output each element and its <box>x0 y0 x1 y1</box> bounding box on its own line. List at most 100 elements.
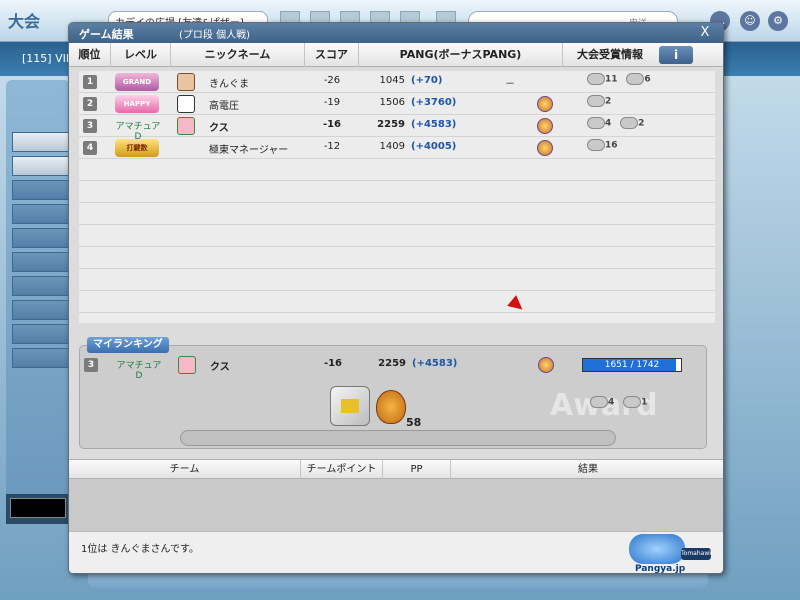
table-row <box>79 159 715 181</box>
award-item-icon <box>587 139 605 151</box>
header-team: チーム <box>69 460 301 480</box>
bonus-pang: (+4005) <box>411 141 457 152</box>
gear-icon[interactable]: ⚙ <box>768 11 788 31</box>
level-icon: HAPPY BIRTHDAY <box>115 95 159 113</box>
award-count: 2 <box>638 118 645 129</box>
special-mark: － <box>505 79 515 90</box>
award-icons: 16 <box>587 139 624 157</box>
bonus-pang: (+3760) <box>411 97 457 108</box>
award-icons: 4 2 <box>587 117 650 135</box>
player-slot-1[interactable] <box>12 132 70 152</box>
level-icon: GRAND ZODIAC <box>115 73 159 91</box>
logo-text: Pangya.jp <box>635 564 686 574</box>
score: -12 <box>323 141 341 152</box>
player-slot-3[interactable] <box>12 180 70 200</box>
player-slot-7[interactable] <box>12 276 70 296</box>
table-row <box>79 269 715 291</box>
avatar <box>177 73 195 91</box>
medal-icon <box>537 96 553 112</box>
award-icons: 4 1 <box>590 396 653 414</box>
header-pang: PANG(ボーナスPANG) <box>359 43 563 67</box>
award-item-icon <box>623 396 642 408</box>
player-slot-5[interactable] <box>12 228 70 248</box>
header-level: レベル <box>111 43 171 67</box>
nickname: クス <box>209 123 229 134</box>
header-result: 結果 <box>578 464 598 475</box>
player-slot-10[interactable] <box>12 348 70 368</box>
user-icon[interactable]: ☺ <box>740 11 760 31</box>
award-item-icon <box>620 117 639 129</box>
logo-badge: Tomahawk <box>681 548 713 560</box>
team-table-body <box>69 479 723 531</box>
item-box-icon <box>330 386 370 426</box>
award-item-icon <box>590 396 608 408</box>
my-ranking-label: マイランキング <box>87 337 169 353</box>
award-item-icon <box>587 117 605 129</box>
experience-text: 1651 / 1742 <box>604 360 660 370</box>
table-row <box>79 203 715 225</box>
result-table-body: 1 GRAND ZODIAC きんぐま -26 1045 (+70) － 11 … <box>79 71 715 323</box>
pangya-logo-icon <box>629 534 685 564</box>
winner-message: 1位は きんぐまさんです。 <box>81 544 200 555</box>
award-count: 16 <box>605 140 618 151</box>
player-slot-8[interactable] <box>12 300 70 320</box>
pang: 1045 <box>379 75 405 86</box>
header-pp: PP <box>383 460 451 480</box>
bonus-pang: (+70) <box>411 75 443 86</box>
pang: 1409 <box>379 141 405 152</box>
room-number: [115] VII <box>22 52 70 65</box>
dialog-titlebar: ゲーム結果 (プロ段 個人戦) X <box>69 23 723 43</box>
team-table-header: チーム チームポイント PP 結果 <box>69 459 723 480</box>
player-slot-6[interactable] <box>12 252 70 272</box>
header-award: 大会受賞情報 <box>577 48 643 61</box>
item-scrollbar[interactable] <box>180 430 616 446</box>
nickname: クス <box>210 362 230 373</box>
pang-item-count: 58 <box>406 416 422 429</box>
pang: 2259 <box>378 358 406 369</box>
score: -16 <box>322 119 342 130</box>
table-row <box>79 247 715 269</box>
level-icon: 打鍵数 <box>115 139 159 157</box>
table-row: 1 GRAND ZODIAC きんぐま -26 1045 (+70) － 11 … <box>79 71 715 93</box>
dialog-subtitle: (プロ段 個人戦) <box>179 30 250 41</box>
award-info-button[interactable]: i <box>659 46 693 64</box>
score: -16 <box>323 358 343 369</box>
dialog-title: ゲーム結果 <box>79 28 134 41</box>
award-count: 4 <box>608 397 615 408</box>
result-table-header: 順位 レベル ニックネーム スコア PANG(ボーナスPANG) 大会受賞情報 … <box>69 43 723 67</box>
pang-bag-icon <box>376 390 406 424</box>
award-item-icon <box>587 73 605 85</box>
player-slot-9[interactable] <box>12 324 70 344</box>
table-row <box>79 181 715 203</box>
player-slot-2[interactable] <box>12 156 70 176</box>
pang: 1506 <box>379 97 405 108</box>
rank-badge: 3 <box>84 358 98 372</box>
header-score: スコア <box>305 43 359 67</box>
award-icons: 11 6 <box>587 73 657 91</box>
table-row <box>79 291 715 313</box>
medal-icon <box>537 118 553 134</box>
score: -26 <box>323 75 341 86</box>
table-row: 4 打鍵数 極東マネージャー -12 1409 (+4005) 16 <box>79 137 715 159</box>
table-row: 2 HAPPY BIRTHDAY 高電圧 -19 1506 (+3760) 2 <box>79 93 715 115</box>
lobby-chat-box[interactable] <box>6 494 70 524</box>
table-row <box>79 225 715 247</box>
close-button[interactable]: X <box>697 25 713 41</box>
rank-badge: 1 <box>83 75 97 89</box>
player-slot-4[interactable] <box>12 204 70 224</box>
avatar <box>177 117 195 135</box>
award-count: 2 <box>605 96 612 107</box>
my-ranking-row: 3 アマチュアD クス -16 2259 (+4583) 1651 / 1742 <box>80 354 706 381</box>
score: -19 <box>323 97 341 108</box>
header-team-point: チームポイント <box>301 460 383 480</box>
nickname: 高電圧 <box>209 101 239 112</box>
award-count: 1 <box>641 397 648 408</box>
level-label: アマチュアD <box>116 361 162 381</box>
award-count: 11 <box>605 74 618 85</box>
rank-badge: 3 <box>83 119 97 133</box>
rank-badge: 2 <box>83 97 97 111</box>
lobby-logo: 大会 <box>8 12 41 31</box>
award-count: 6 <box>644 74 651 85</box>
avatar <box>178 356 196 374</box>
table-row: 3 アマチュアD クス -16 2259 (+4583) 4 2 <box>79 115 715 142</box>
